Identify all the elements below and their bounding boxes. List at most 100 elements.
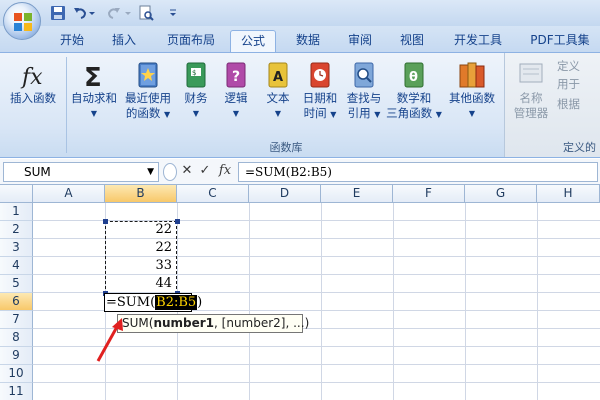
row-header-5[interactable]: 5 [0,275,33,293]
row-header-3[interactable]: 3 [0,239,33,257]
tab-page-layout[interactable]: 页面布局 [156,30,226,52]
name-box-value: SUM [24,165,51,179]
tab-data[interactable]: 数据 [286,30,330,52]
math-trig-button[interactable]: θ 数学和 三角函数 ▼ [386,59,442,122]
redo-dropdown-icon[interactable] [124,5,132,21]
book-financial-icon: $ [186,62,206,88]
insert-function-button[interactable]: fx 插入函数 [2,59,64,106]
more-functions-button[interactable]: 其他函数 ▼ [444,59,500,121]
row-header-6[interactable]: 6 [0,293,33,311]
column-header-h[interactable]: H [537,185,600,203]
name-box[interactable]: SUM ▼ [3,162,159,182]
chevron-down-icon[interactable]: ▼ [147,163,154,181]
range-marquee [105,221,177,294]
defined-names-group-label: 定义的 [563,141,596,154]
chevron-down-icon: ▼ [90,109,98,118]
tab-view[interactable]: 视图 [390,30,434,52]
range-handle[interactable] [175,219,180,224]
select-all-corner[interactable] [0,185,33,203]
row-header-7[interactable]: 7 [0,311,33,329]
undo-icon[interactable] [72,5,88,21]
row-header-2[interactable]: 2 [0,221,33,239]
undo-dropdown-icon[interactable] [88,5,96,21]
function-library-group-label: 函数库 [269,141,303,154]
financial-button[interactable]: $ 财务 ▼ [176,59,216,121]
autosum-button[interactable]: Σ 自动求和 ▼ [68,59,120,121]
customize-qat-icon[interactable] [168,5,178,21]
tab-review[interactable]: 审阅 [338,30,382,52]
row-header-9[interactable]: 9 [0,347,33,365]
chevron-down-icon: ▼ [232,109,240,118]
chevron-down-icon: ▼ [192,109,200,118]
datetime-button[interactable]: 日期和 时间 ▼ [298,59,342,122]
fx-icon: fx [20,65,43,90]
red-arrow-icon [96,318,123,362]
function-syntax-tooltip[interactable]: SUM(number1, [number2], ...) [117,314,309,333]
books-stack-icon [459,62,485,88]
range-handle[interactable] [103,219,108,224]
column-header-d[interactable]: D [249,185,321,203]
svg-text:θ: θ [409,70,418,85]
column-header-b[interactable]: B [105,185,177,203]
enter-entry-button[interactable]: ✓ [198,163,212,181]
tab-home[interactable]: 开始 [50,30,94,52]
column-header-c[interactable]: C [177,185,249,203]
tab-pdf-tools[interactable]: PDF工具集 [522,30,598,52]
recently-used-button[interactable]: 最近使用 的函数 ▼ [122,59,174,122]
row-header-1[interactable]: 1 [0,203,33,221]
column-header-f[interactable]: F [393,185,465,203]
chevron-down-icon: ▼ [468,109,476,118]
formula-bar: SUM ▼ ✕ ✓ fx =SUM(B2:B5) [0,159,600,185]
book-question-icon: ? [226,62,246,88]
ribbon-tabs: 开始 插入 页面布局 公式 数据 审阅 视图 开发工具 PDF工具集 [0,26,600,52]
chevron-down-icon: ▼ [274,109,282,118]
insert-function-fx-button[interactable]: fx [216,163,234,181]
name-manager-button[interactable]: 名称 管理器 [507,59,555,121]
column-header-e[interactable]: E [321,185,393,203]
tab-developer[interactable]: 开发工具 [446,30,510,52]
chevron-down-icon: ▼ [374,110,381,119]
row-header-10[interactable]: 10 [0,365,33,383]
print-preview-icon[interactable] [138,5,154,21]
logical-button[interactable]: ? 逻辑 ▼ [216,59,256,121]
chevron-down-icon: ▼ [164,110,171,119]
svg-text:Σ: Σ [84,63,102,91]
chevron-down-icon: ▼ [435,110,442,119]
use-in-formula-button[interactable]: 用于 [557,77,600,92]
ribbon: fx 插入函数 Σ 自动求和 ▼ 最近使用 的函数 ▼ $ 财务 ▼ ? 逻辑 … [0,52,600,158]
book-star-icon [138,62,158,88]
cancel-entry-button[interactable]: ✕ [180,163,194,181]
column-header-g[interactable]: G [465,185,537,203]
current-argument: number1 [153,316,215,330]
formula-input[interactable]: =SUM(B2:B5) [238,162,598,182]
svg-text:?: ? [232,69,240,85]
title-bar [0,0,600,26]
tab-insert[interactable]: 插入 [102,30,146,52]
sigma-icon: Σ [84,63,102,91]
office-button[interactable] [3,2,41,40]
name-manager-icon [519,63,543,83]
svg-text:$: $ [192,69,196,77]
book-text-icon: A [268,62,288,88]
column-header-a[interactable]: A [33,185,105,203]
save-icon[interactable] [50,5,66,21]
range-reference-highlight: B2:B5 [155,295,198,310]
svg-text:A: A [273,70,283,85]
book-clock-icon [310,62,330,88]
redo-icon[interactable] [106,5,122,21]
book-magnifier-icon [354,62,374,88]
define-name-button[interactable]: 定义 [557,59,600,74]
fbar-splitter-icon [163,163,177,181]
spreadsheet-grid[interactable]: A B C D E F G H 1 2 3 4 5 6 7 8 9 10 11 … [0,185,600,400]
tab-formulas[interactable]: 公式 [230,30,276,52]
text-button[interactable]: A 文本 ▼ [258,59,298,121]
lookup-reference-button[interactable]: 查找与 引用 ▼ [342,59,386,122]
svg-text:fx: fx [20,65,43,90]
row-header-4[interactable]: 4 [0,257,33,275]
chevron-down-icon: ▼ [330,110,337,119]
cell-b6-editor[interactable]: =SUM(B2:B5) [104,293,202,312]
row-header-11[interactable]: 11 [0,383,33,400]
office-logo-icon [14,13,32,31]
create-from-selection-button[interactable]: 根据 [557,97,600,112]
row-header-8[interactable]: 8 [0,329,33,347]
